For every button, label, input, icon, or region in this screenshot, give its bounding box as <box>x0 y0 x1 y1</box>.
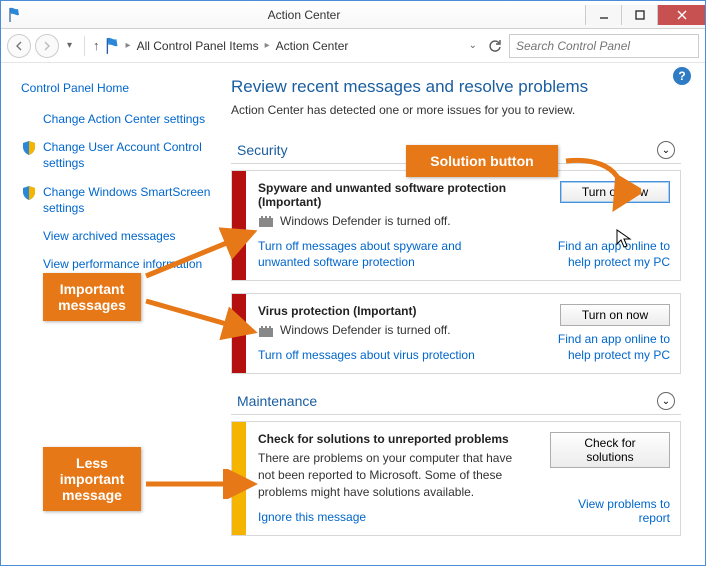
turn-on-now-button[interactable]: Turn on now <box>560 304 670 326</box>
maximize-button[interactable] <box>621 5 657 25</box>
castle-icon <box>258 215 274 227</box>
flag-icon <box>7 7 23 23</box>
find-app-link[interactable]: Find an app online to help protect my PC <box>550 331 670 363</box>
sidebar-item-label[interactable]: Change Action Center settings <box>43 111 205 127</box>
sidebar-item-label[interactable]: Change Windows SmartScreen settings <box>43 184 217 216</box>
severity-bar-red <box>232 171 246 280</box>
breadcrumb-dropdown-icon[interactable]: ⌄ <box>465 40 481 51</box>
breadcrumb: ▸ All Control Panel Items ▸ Action Cente… <box>126 37 481 55</box>
sidebar-item-label[interactable]: View performance information <box>43 256 202 272</box>
refresh-button[interactable] <box>485 36 505 56</box>
callout-important-messages: Important messages <box>43 273 141 321</box>
window-title: Action Center <box>23 8 585 22</box>
up-button[interactable]: ↑ <box>93 38 100 53</box>
breadcrumb-item[interactable]: Action Center <box>272 37 353 55</box>
turn-on-now-button[interactable]: Turn on now <box>560 181 670 203</box>
severity-bar-red <box>232 294 246 373</box>
severity-bar-yellow <box>232 422 246 535</box>
turn-off-messages-link[interactable]: Turn off messages about spyware and unwa… <box>258 238 488 270</box>
chevron-right-icon: ▸ <box>265 40 270 51</box>
history-dropdown-icon[interactable]: ▾ <box>63 40 76 51</box>
breadcrumb-item[interactable]: All Control Panel Items <box>133 37 263 55</box>
check-solutions-button[interactable]: Check for solutions <box>550 432 670 468</box>
chevron-right-icon: ▸ <box>126 40 131 51</box>
find-app-link[interactable]: Find an app online to help protect my PC <box>550 238 670 270</box>
control-panel-home[interactable]: Control Panel Home <box>21 81 217 95</box>
sidebar-item-performance: View performance information <box>21 256 217 272</box>
ignore-message-link[interactable]: Ignore this message <box>258 509 488 525</box>
shield-icon <box>21 140 37 156</box>
minimize-button[interactable] <box>585 5 621 25</box>
message-title: Virus protection (Important) <box>258 304 538 318</box>
message-title: Check for solutions to unreported proble… <box>258 432 538 446</box>
titlebar: Action Center <box>1 1 705 29</box>
sidebar-item-label[interactable]: View archived messages <box>43 228 176 244</box>
page-subtitle: Action Center has detected one or more i… <box>231 103 681 117</box>
search-input[interactable] <box>509 34 699 58</box>
sidebar-item-change-action-center: Change Action Center settings <box>21 111 217 127</box>
message-desc: Windows Defender is turned off. <box>280 213 451 230</box>
view-problems-link[interactable]: View problems to report <box>550 497 670 525</box>
callout-solution-button: Solution button <box>406 145 558 177</box>
navbar: ▾ ↑ ▸ All Control Panel Items ▸ Action C… <box>1 29 705 63</box>
message-title: Spyware and unwanted software protection… <box>258 181 538 209</box>
content: Review recent messages and resolve probl… <box>231 63 705 565</box>
chevron-down-icon[interactable]: ⌄ <box>657 392 675 410</box>
turn-off-messages-link[interactable]: Turn off messages about virus protection <box>258 347 488 363</box>
separator <box>84 36 85 56</box>
shield-icon <box>21 185 37 201</box>
message-virus: Virus protection (Important) Windows Def… <box>231 293 681 374</box>
help-icon[interactable]: ? <box>673 67 691 85</box>
page-title: Review recent messages and resolve probl… <box>231 77 681 97</box>
sidebar-item-uac: Change User Account Control settings <box>21 139 217 171</box>
section-label: Maintenance <box>237 393 657 409</box>
castle-icon <box>258 325 274 337</box>
cursor-icon <box>616 229 632 249</box>
message-spyware: Spyware and unwanted software protection… <box>231 170 681 281</box>
message-unreported: Check for solutions to unreported proble… <box>231 421 681 536</box>
message-desc: There are problems on your computer that… <box>258 450 518 500</box>
flag-icon <box>104 37 122 55</box>
back-button[interactable] <box>7 34 31 58</box>
sidebar-item-label[interactable]: Change User Account Control settings <box>43 139 217 171</box>
callout-less-important: Less important message <box>43 447 141 511</box>
chevron-down-icon[interactable]: ⌄ <box>657 141 675 159</box>
forward-button[interactable] <box>35 34 59 58</box>
section-maintenance-header[interactable]: Maintenance ⌄ <box>231 386 681 415</box>
close-button[interactable] <box>657 5 705 25</box>
message-desc: Windows Defender is turned off. <box>280 322 451 339</box>
sidebar-item-smartscreen: Change Windows SmartScreen settings <box>21 184 217 216</box>
sidebar-item-archived: View archived messages <box>21 228 217 244</box>
